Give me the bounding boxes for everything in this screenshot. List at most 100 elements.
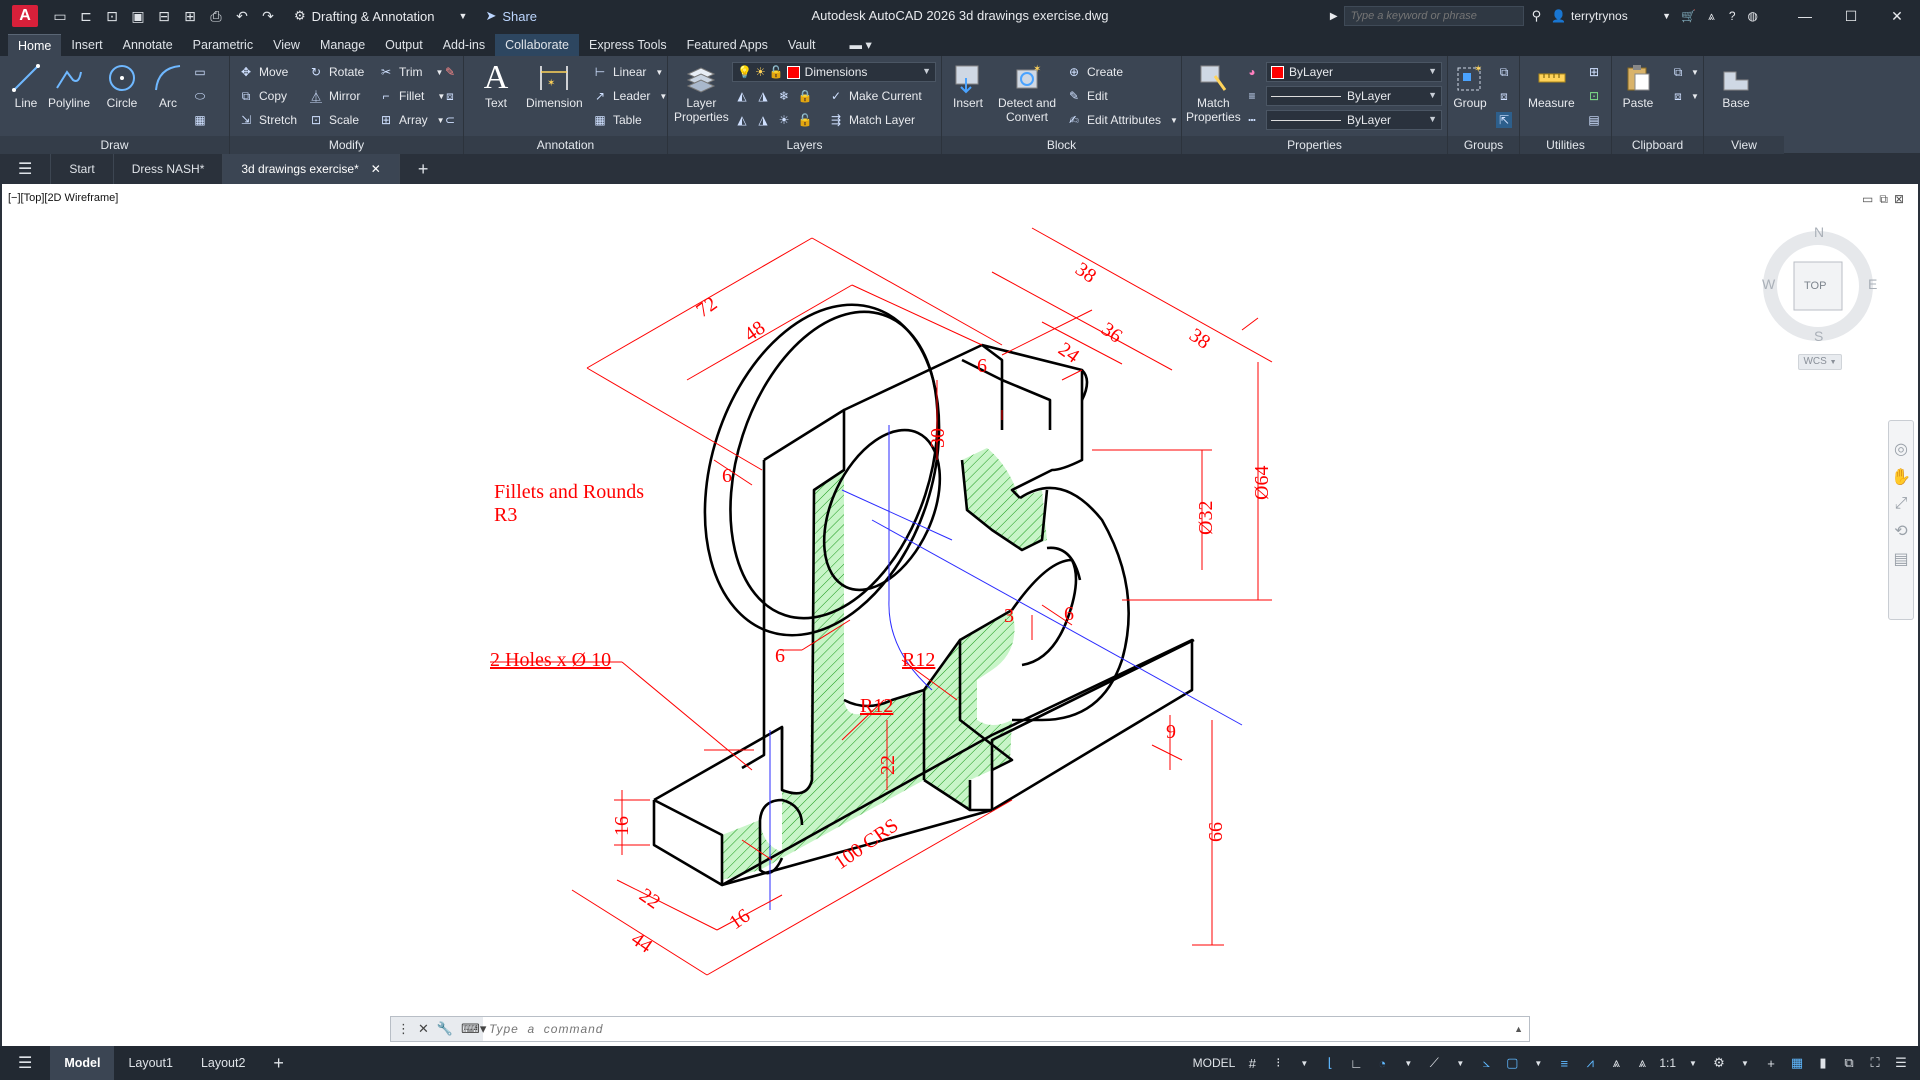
close-button[interactable]: ✕: [1874, 0, 1920, 32]
compass-south[interactable]: S: [1814, 328, 1823, 344]
detect-convert-button[interactable]: ✶ Detect and Convert: [998, 60, 1056, 124]
trim-button[interactable]: ✂ Trim ▼: [378, 62, 444, 82]
redo-icon[interactable]: ↷: [256, 5, 280, 27]
scale-button[interactable]: ⊡ Scale: [308, 110, 359, 130]
tab-express-tools[interactable]: Express Tools: [579, 34, 677, 56]
plot-icon[interactable]: ⎙: [204, 5, 228, 27]
measure-button[interactable]: Measure: [1528, 60, 1575, 110]
tab-manage[interactable]: Manage: [310, 34, 375, 56]
layout-tab-model[interactable]: Model: [50, 1046, 115, 1080]
utilities-panel-title[interactable]: Utilities: [1520, 136, 1611, 154]
edit-block-button[interactable]: ✎ Edit: [1066, 86, 1108, 106]
layer-lock-icon[interactable]: 🔒: [797, 88, 813, 104]
lineweight-display-icon[interactable]: ≡: [1555, 1054, 1573, 1072]
autodesk-app-icon[interactable]: ⩓: [1708, 9, 1715, 24]
erase-button[interactable]: ✎: [442, 62, 458, 82]
clipboard-panel-title[interactable]: Clipboard: [1612, 136, 1703, 154]
search-icon[interactable]: ⚲: [1532, 8, 1542, 24]
chevron-down-icon[interactable]: ▼: [1399, 1054, 1417, 1072]
pan-icon[interactable]: ✋: [1889, 467, 1913, 487]
polar-tracking-icon[interactable]: ◔: [1373, 1054, 1391, 1072]
hamburger-menu-icon[interactable]: ☰: [0, 154, 52, 184]
customize-menu-icon[interactable]: ☰: [1892, 1054, 1910, 1072]
save-icon[interactable]: ▣: [126, 5, 150, 27]
lineweight-dropdown[interactable]: ByLayer ▼: [1266, 86, 1442, 106]
array-button[interactable]: ⊞ Array ▼: [378, 110, 445, 130]
offset-button[interactable]: ⊂: [442, 110, 458, 130]
tab-insert[interactable]: Insert: [61, 34, 112, 56]
linear-button[interactable]: ⊢ Linear ▼: [592, 62, 664, 82]
snap-icon[interactable]: ⁝: [1269, 1054, 1287, 1072]
copy-clip-button[interactable]: ⧈ ▼: [1670, 86, 1699, 106]
move-button[interactable]: ✥ Move: [238, 62, 288, 82]
fillet-button[interactable]: ⌐ Fillet ▼: [378, 86, 445, 106]
new-tab-button[interactable]: +: [400, 154, 447, 184]
annotation-visibility-icon[interactable]: ⩘: [1581, 1054, 1599, 1072]
layer-dropdown[interactable]: 💡 ☀ 🔓 Dimensions ▼: [732, 62, 936, 82]
polyline-button[interactable]: Polyline: [48, 60, 90, 110]
showmotion-icon[interactable]: ▤: [1889, 549, 1913, 569]
file-tab-start[interactable]: Start: [51, 154, 114, 184]
draw-panel-title[interactable]: Draw: [0, 136, 229, 154]
text-button[interactable]: A Text: [478, 59, 514, 110]
compass-north[interactable]: N: [1814, 224, 1824, 240]
chevron-right-icon[interactable]: ▶: [1330, 11, 1338, 22]
tab-vault[interactable]: Vault: [778, 34, 826, 56]
rotate-button[interactable]: ↻ Rotate: [308, 62, 364, 82]
ellipse-tool[interactable]: ⬭: [192, 86, 208, 106]
maximize-button[interactable]: ☐: [1828, 0, 1874, 32]
layer-unlock-icon[interactable]: 🔓: [797, 112, 813, 128]
chevron-down-icon[interactable]: ▼: [1529, 1054, 1547, 1072]
app-menu-button[interactable]: A: [12, 5, 38, 27]
rectangle-tool[interactable]: ▭: [192, 62, 208, 82]
steering-wheel-icon[interactable]: ◎: [1889, 439, 1913, 459]
layer-off-icon[interactable]: ◭: [734, 88, 750, 104]
block-panel-title[interactable]: Block: [942, 136, 1181, 154]
share-button[interactable]: ➤ Share: [485, 8, 537, 24]
compass-east[interactable]: E: [1868, 276, 1877, 292]
grip-handle-icon[interactable]: ⋮: [397, 1021, 410, 1037]
drawing-viewport[interactable]: [−][Top][2D Wireframe] ▭ ⧉ ⊠ 72 48 38 36…: [0, 184, 1920, 1046]
modify-panel-title[interactable]: Modify: [230, 136, 463, 154]
match-layer-button[interactable]: ⇶ Match Layer: [828, 110, 915, 130]
annotation-monitor-icon[interactable]: +: [1762, 1054, 1780, 1072]
isodraft-icon[interactable]: ⟋: [1425, 1054, 1443, 1072]
auto-scale-icon[interactable]: ⩓: [1607, 1054, 1625, 1072]
clean-screen-icon[interactable]: ⛶: [1866, 1054, 1884, 1072]
cut-button[interactable]: ⧉ ▼: [1670, 62, 1699, 82]
stretch-button[interactable]: ⇲ Stretch: [238, 110, 297, 130]
dimension-button[interactable]: ✶ Dimension: [526, 60, 583, 110]
cart-icon[interactable]: 🛒: [1681, 9, 1696, 23]
minimize-button[interactable]: —: [1782, 0, 1828, 32]
tab-view[interactable]: View: [263, 34, 310, 56]
save-as-icon[interactable]: ⊟: [152, 5, 176, 27]
tab-featured-apps[interactable]: Featured Apps: [677, 34, 778, 56]
object-snap-icon[interactable]: ▢: [1503, 1054, 1521, 1072]
explode-button[interactable]: ⧈: [442, 86, 458, 106]
layers-panel-title[interactable]: Layers: [668, 136, 941, 154]
workspace-switcher[interactable]: ⚙ Drafting & Annotation ▼: [286, 5, 475, 27]
quick-select-button[interactable]: ⊞: [1586, 62, 1602, 82]
help-search-input[interactable]: [1343, 6, 1524, 26]
chevron-down-icon[interactable]: ▼: [1451, 1054, 1469, 1072]
group-button[interactable]: ✶ Group: [1452, 60, 1488, 110]
lineweight-button[interactable]: ≡: [1244, 86, 1260, 106]
layer-thaw-icon[interactable]: ☀: [776, 112, 792, 128]
tab-parametric[interactable]: Parametric: [183, 34, 263, 56]
tab-output[interactable]: Output: [375, 34, 433, 56]
chevron-up-icon[interactable]: ▲: [1514, 1024, 1523, 1034]
arc-button[interactable]: Arc: [150, 60, 186, 110]
layout-tab-layout2[interactable]: Layout2: [187, 1046, 259, 1080]
color-wheel-button[interactable]: ◕: [1244, 62, 1260, 82]
copy-button[interactable]: ⧉ Copy: [238, 86, 287, 106]
view-panel-title[interactable]: View: [1704, 136, 1784, 154]
object-snap-tracking-icon[interactable]: ⦣: [1477, 1054, 1495, 1072]
table-button[interactable]: ▦ Table: [592, 110, 641, 130]
line-button[interactable]: Line: [8, 60, 44, 110]
units-icon[interactable]: ▦: [1788, 1054, 1806, 1072]
hamburger-menu-icon[interactable]: ☰: [0, 1046, 50, 1080]
close-icon[interactable]: ✕: [371, 162, 381, 176]
compass-west[interactable]: W: [1762, 276, 1775, 292]
groups-panel-title[interactable]: Groups: [1448, 136, 1519, 154]
user-account[interactable]: 👤 terrytrynos ▼: [1551, 9, 1671, 23]
